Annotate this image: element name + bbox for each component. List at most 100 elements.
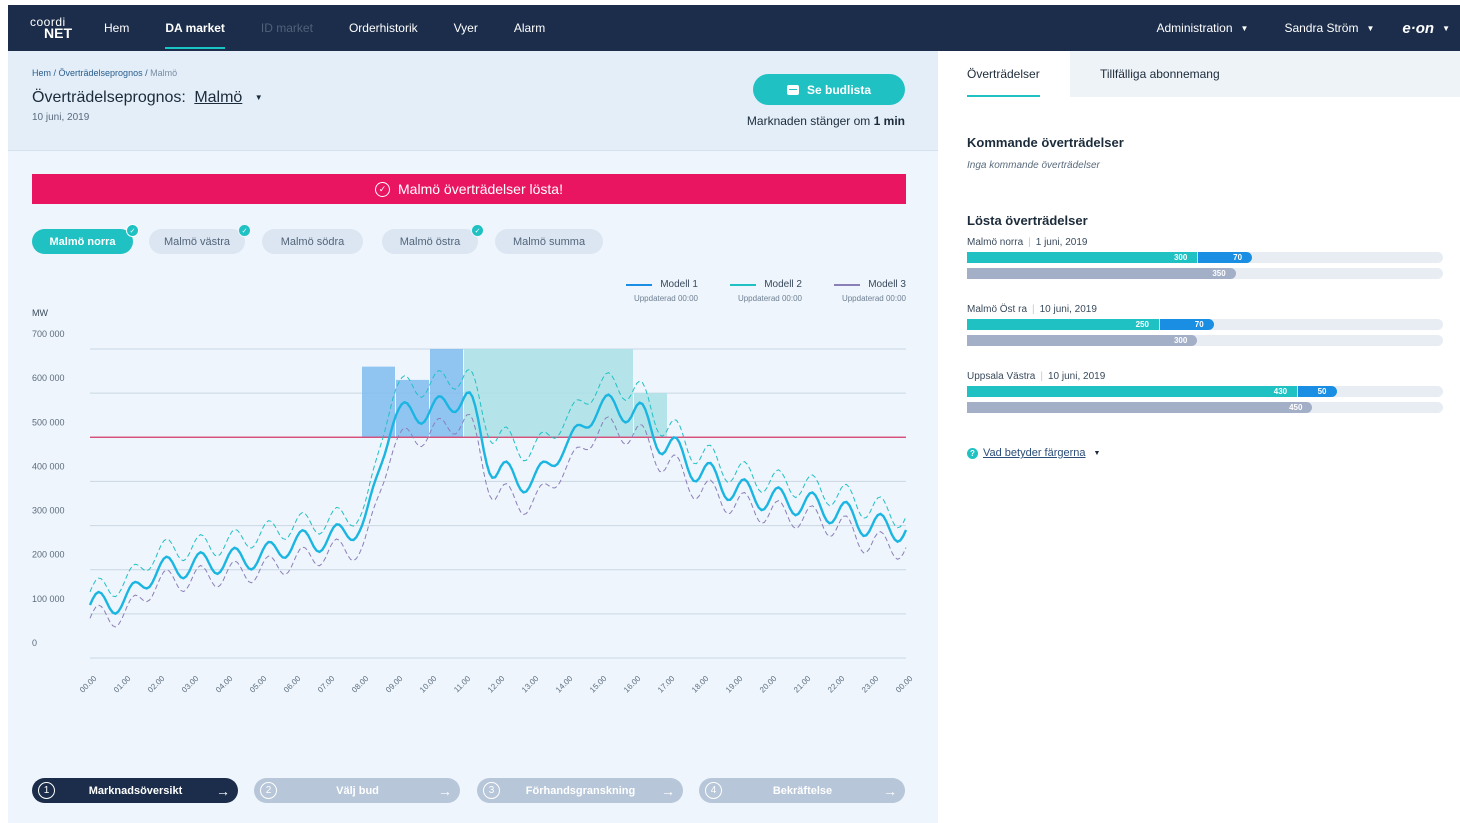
color-help-toggle[interactable]: ? Vad betyder färgerna ▼ bbox=[967, 447, 1100, 459]
nav-item-orderhistorik[interactable]: Orderhistorik bbox=[331, 5, 436, 51]
x-tick-label: 00.00 bbox=[894, 674, 915, 695]
closing-prefix: Marknaden stänger om bbox=[746, 114, 871, 128]
overflow-block bbox=[362, 366, 395, 438]
x-tick-label: 21.00 bbox=[792, 674, 813, 695]
overflow-block bbox=[464, 349, 633, 438]
chip-malmo-sodra[interactable]: Malmö södra bbox=[262, 229, 363, 254]
caret-down-icon: ▼ bbox=[1442, 23, 1450, 33]
step-2-button[interactable]: 2 Välj bud → bbox=[254, 778, 460, 803]
y-tick-label: 600 000 bbox=[32, 373, 65, 383]
bid-list-icon bbox=[786, 84, 799, 95]
chip-label: Malmö södra bbox=[280, 235, 345, 248]
resolved-area: Malmö Öst ra bbox=[967, 304, 1028, 315]
x-tick-label: 12.00 bbox=[486, 674, 507, 695]
step-number: 1 bbox=[38, 782, 55, 799]
step-4-button[interactable]: 4 Bekräftelse → bbox=[699, 778, 905, 803]
resolved-item: Malmö norra | 1 juni, 2019 300 70 350 bbox=[967, 237, 1443, 279]
resolved-date: 10 juni, 2019 bbox=[1039, 304, 1097, 315]
bar-track: 300 70 bbox=[967, 252, 1443, 263]
nav-item-vyer[interactable]: Vyer bbox=[436, 5, 496, 51]
chip-malmo-norra[interactable]: Malmö norra ✓ bbox=[32, 224, 139, 254]
x-tick-label: 17.00 bbox=[656, 674, 677, 695]
bar-track: 430 50 bbox=[967, 386, 1443, 397]
tab-label: Tillfälliga abonnemang bbox=[1100, 67, 1220, 81]
y-tick-label: 100 000 bbox=[32, 594, 65, 604]
nav-item-alarm[interactable]: Alarm bbox=[496, 5, 563, 51]
breadcrumb: Hem / Överträdelseprognos / Malmö bbox=[32, 68, 178, 78]
bar-teal: 250 bbox=[967, 319, 1159, 330]
tab-label: Överträdelser bbox=[967, 67, 1040, 81]
legend-line bbox=[626, 283, 653, 286]
x-tick-label: 14.00 bbox=[554, 674, 575, 695]
x-tick-label: 03.00 bbox=[180, 674, 201, 695]
step-label: Bekräftelse bbox=[772, 784, 833, 797]
x-tick-label: 00.00 bbox=[78, 674, 99, 695]
administration-label: Administration bbox=[1156, 21, 1233, 35]
forecast-chart: MW 700 000 600 000 500 000 400 000 300 000 200… bbox=[32, 308, 915, 695]
chip-malmo-vastra[interactable]: Malmö västra ✓ bbox=[149, 224, 251, 254]
chip-malmo-summa[interactable]: Malmö summa bbox=[495, 229, 603, 254]
resolved-area: Malmö norra bbox=[967, 237, 1024, 248]
y-axis-label: MW bbox=[32, 308, 48, 318]
arrow-right-icon: → bbox=[438, 782, 452, 799]
user-menu[interactable]: Sandra Ström ▼ bbox=[1266, 5, 1392, 51]
closing-time: 1 min bbox=[873, 114, 905, 128]
arrow-right-icon: → bbox=[883, 782, 897, 799]
arrow-right-icon: → bbox=[661, 782, 675, 799]
bar-track: 300 bbox=[967, 335, 1443, 346]
forecast-header: Hem / Överträdelseprognos / Malmö Övertr… bbox=[8, 51, 938, 151]
success-alert: ✓ Malmö överträdelser lösta! bbox=[32, 174, 906, 204]
breadcrumb-forecast[interactable]: Överträdelseprognos bbox=[59, 68, 143, 78]
x-tick-label: 09.00 bbox=[384, 674, 405, 695]
caret-down-icon[interactable]: ▼ bbox=[255, 93, 263, 102]
bid-list-button[interactable]: Se budlista bbox=[753, 74, 905, 105]
tab-tillfalliga-abonnemang[interactable]: Tillfälliga abonnemang bbox=[1070, 51, 1460, 97]
bar-blue: 70 bbox=[1159, 319, 1214, 330]
step-number: 4 bbox=[705, 782, 722, 799]
chip-label: Malmö östra bbox=[399, 235, 461, 248]
bar-blue: 70 bbox=[1198, 252, 1253, 263]
nav-item-id-market[interactable]: ID market bbox=[243, 5, 331, 51]
x-tick-label: 16.00 bbox=[622, 674, 643, 695]
check-circle-icon: ✓ bbox=[375, 181, 391, 197]
brand-menu[interactable]: e·on ▼ bbox=[1392, 20, 1460, 37]
breadcrumb-current: Malmö bbox=[150, 68, 178, 78]
administration-menu[interactable]: Administration ▼ bbox=[1138, 5, 1266, 51]
step-number: 3 bbox=[483, 782, 500, 799]
legend-label: Modell 2 bbox=[764, 279, 802, 290]
top-navigation: coordi NET Hem DA market ID market Order… bbox=[8, 5, 1460, 51]
resolved-title: Lösta överträdelser bbox=[967, 213, 1088, 228]
legend-modell-3: Modell 3 Uppdaterad 00:00 bbox=[824, 279, 906, 303]
upcoming-empty: Inga kommande överträdelser bbox=[967, 160, 1100, 171]
legend-label: Modell 1 bbox=[660, 279, 698, 290]
separator: | bbox=[1040, 371, 1043, 382]
resolved-item: Malmö Öst ra | 10 juni, 2019 250 70 300 bbox=[967, 304, 1443, 346]
step-1-button[interactable]: 1 Marknadsöversikt → bbox=[32, 778, 238, 803]
coordinet-logo[interactable]: coordi NET bbox=[8, 5, 78, 51]
overflow-block bbox=[396, 379, 429, 438]
market-closing-text: Marknaden stänger om 1 min bbox=[8, 114, 905, 128]
chip-malmo-ostra[interactable]: Malmö östra ✓ bbox=[382, 224, 484, 254]
resolved-date: 1 juni, 2019 bbox=[1035, 237, 1088, 248]
forecast-panel: Hem / Överträdelseprognos / Malmö Övertr… bbox=[8, 51, 938, 823]
x-tick-label: 18.00 bbox=[690, 674, 711, 695]
breadcrumb-home[interactable]: Hem bbox=[32, 68, 51, 78]
bar-blue: 50 bbox=[1298, 386, 1337, 397]
eon-logo: e·on bbox=[1402, 19, 1435, 37]
x-tick-label: 15.00 bbox=[588, 674, 609, 695]
x-tick-label: 11.00 bbox=[452, 674, 472, 694]
y-tick-label: 700 000 bbox=[32, 329, 65, 339]
y-tick-label: 200 000 bbox=[32, 550, 65, 560]
user-name: Sandra Ström bbox=[1284, 21, 1359, 35]
nav-item-hem[interactable]: Hem bbox=[86, 5, 147, 51]
tab-overtradelser[interactable]: Överträdelser bbox=[938, 51, 1070, 97]
overflow-block bbox=[430, 349, 463, 438]
step-3-button[interactable]: 3 Förhandsgranskning → bbox=[477, 778, 683, 803]
check-badge-icon: ✓ bbox=[126, 224, 139, 237]
nav-item-da-market[interactable]: DA market bbox=[147, 5, 243, 51]
chip-label: Malmö summa bbox=[512, 235, 586, 248]
check-badge-icon: ✓ bbox=[238, 224, 251, 237]
series-line-3 bbox=[89, 413, 907, 628]
arrow-right-icon: → bbox=[216, 782, 230, 799]
area-selector[interactable]: Malmö bbox=[194, 89, 242, 106]
